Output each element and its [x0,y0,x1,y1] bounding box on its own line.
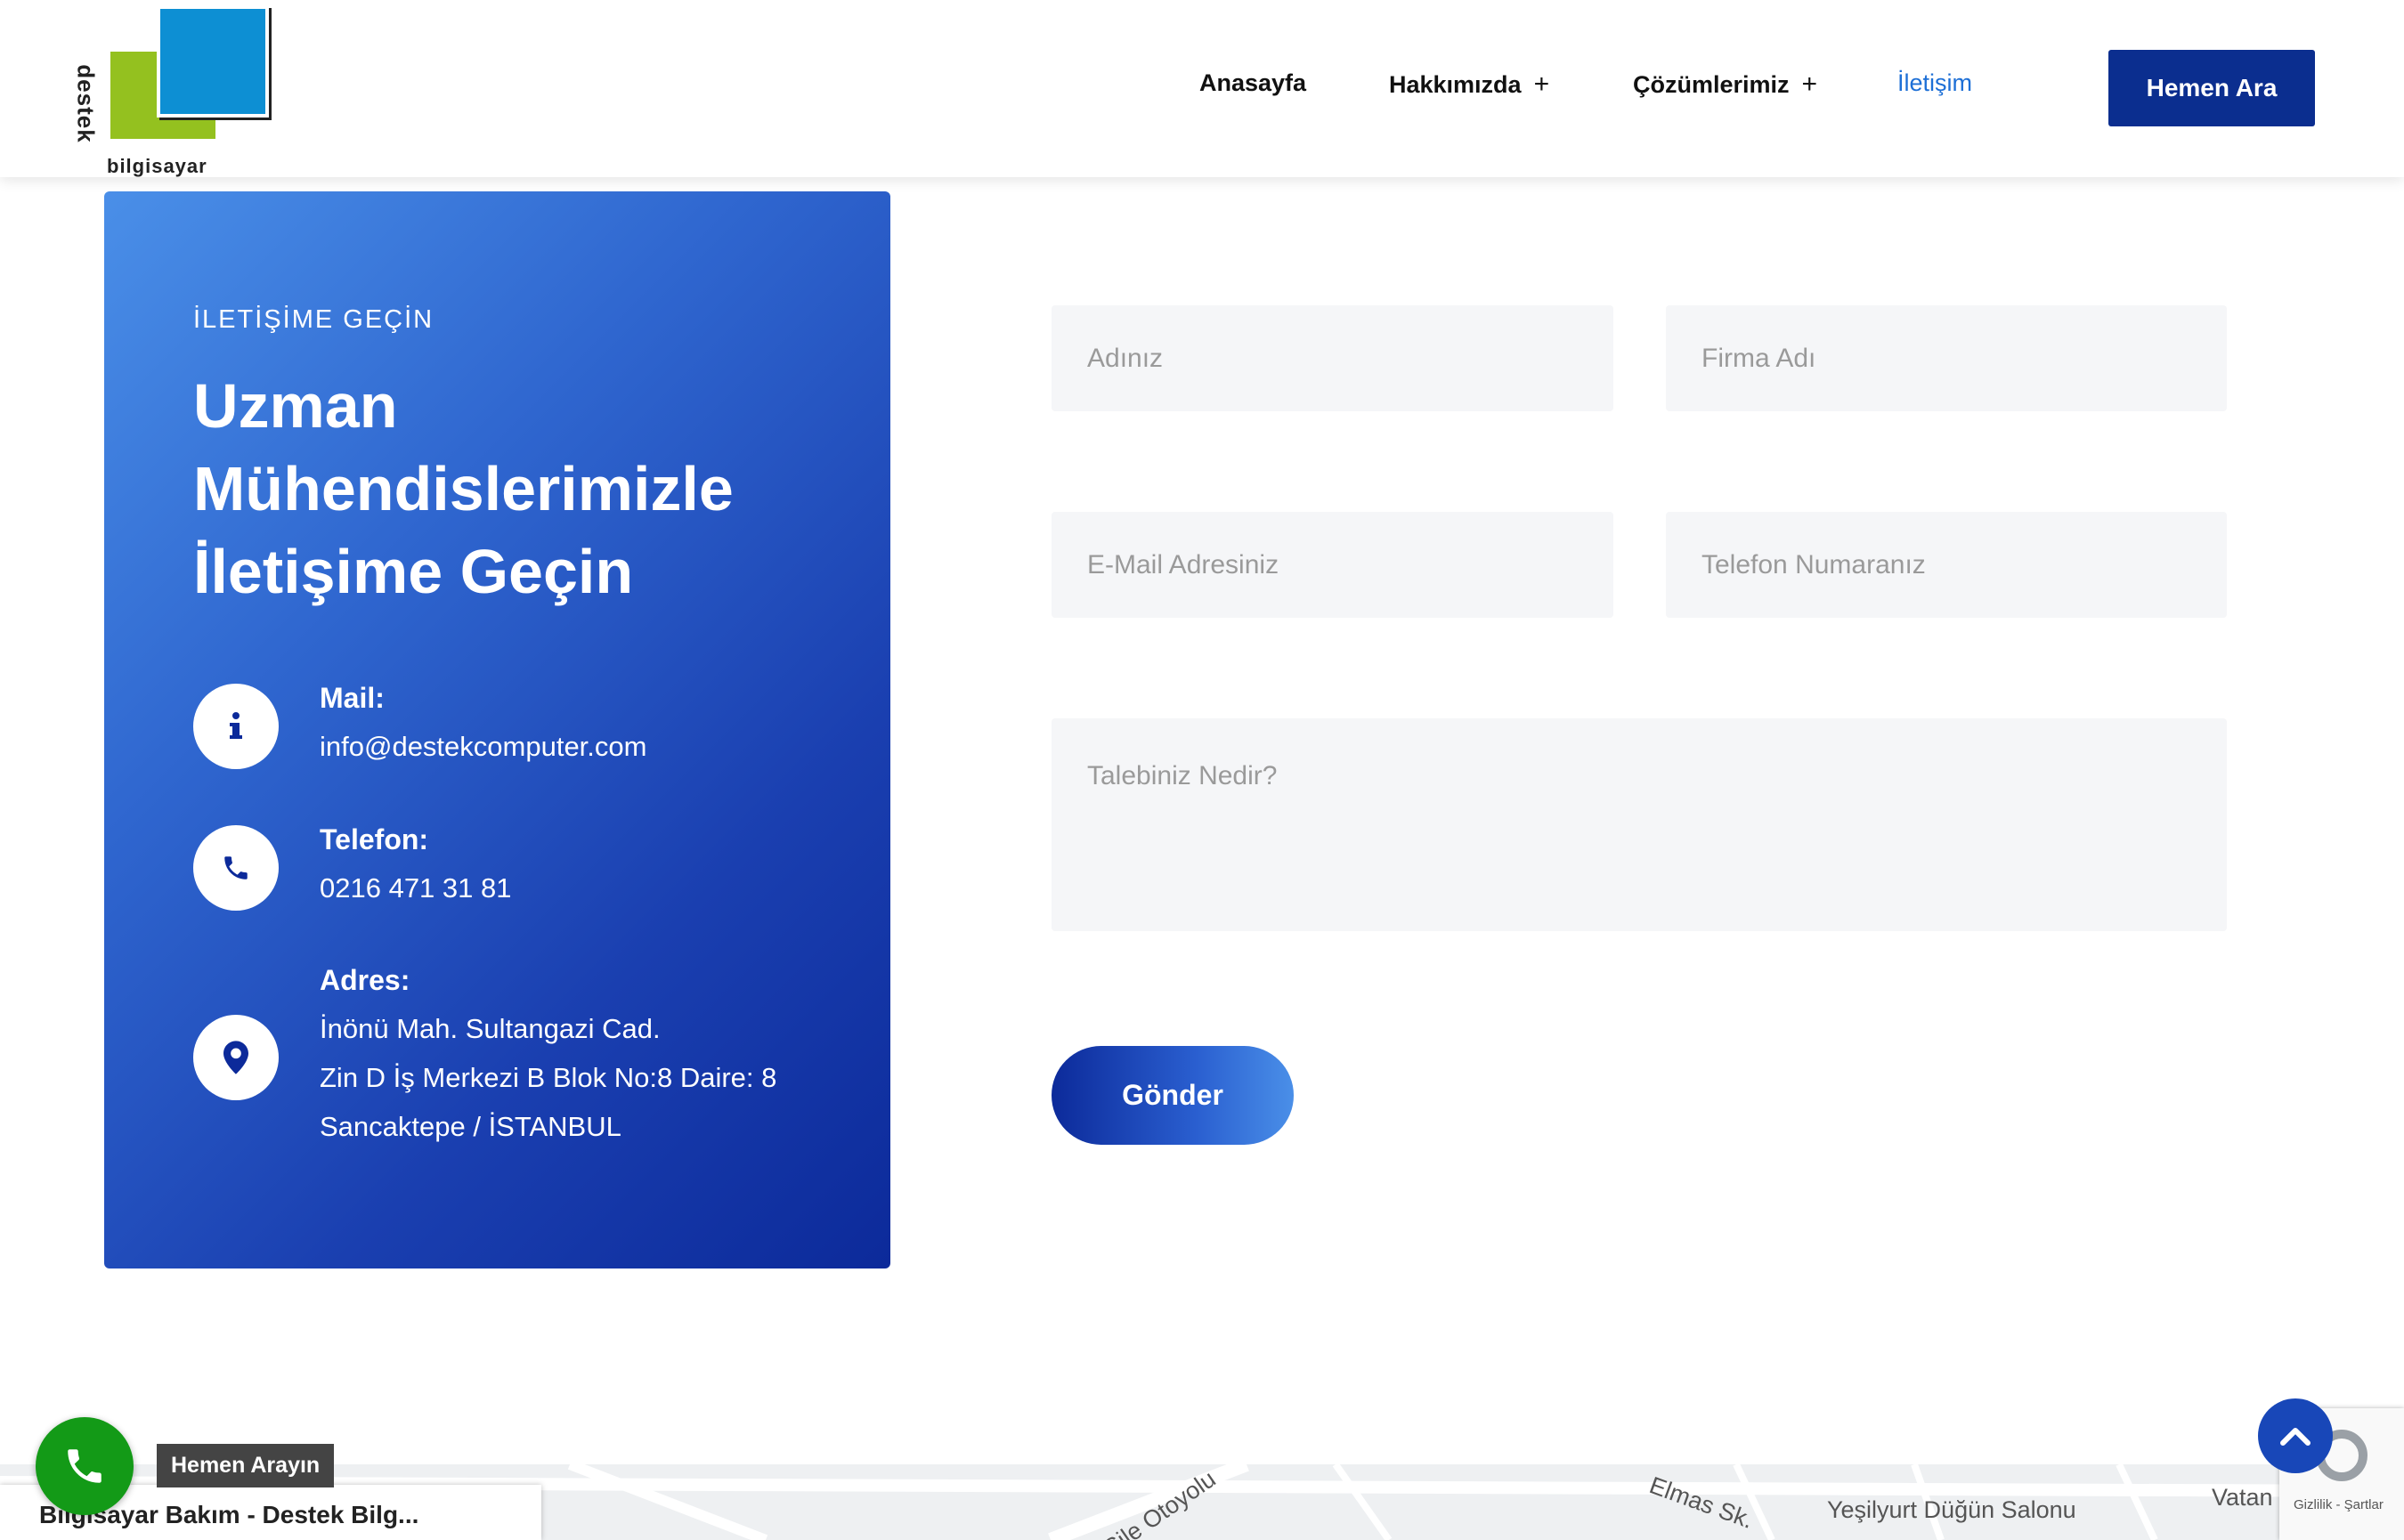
floating-call-button[interactable] [36,1417,134,1515]
contact-info-card: İLETİŞİME GEÇİN Uzman Mühendislerimizle … [104,191,890,1268]
address-label: Adres: [320,964,410,996]
address-line-3: Sancaktepe / İSTANBUL [320,1111,621,1142]
scroll-to-top-button[interactable] [2258,1398,2333,1473]
nav-label: Anasayfa [1199,69,1307,96]
mail-value[interactable]: info@destekcomputer.com [320,722,646,771]
map-pin-icon [193,1015,279,1100]
nav-item-iletisim[interactable]: İletişim [1897,69,1972,97]
headline-line: İletişime Geçin [193,537,634,606]
phone-icon [68,1449,102,1483]
nav-label: Çözümlerimiz [1633,71,1790,98]
call-now-button[interactable]: Hemen Ara [2108,50,2315,126]
section-eyebrow: İLETİŞİME GEÇİN [193,305,435,334]
message-textarea[interactable] [1052,718,2227,931]
address-line-2: Zin D İş Merkezi B Blok No:8 Daire: 8 [320,1062,777,1093]
recaptcha-text: Gizlilik - Şartlar [2294,1497,2384,1512]
name-input[interactable] [1052,305,1613,411]
call-tooltip: Hemen Arayın [157,1444,335,1487]
section-headline: Uzman Mühendislerimizle İletişime Geçin [193,365,834,613]
headline-line: Uzman [193,371,398,441]
phone-label: Telefon: [320,823,429,855]
map-label: Yeşilyurt Düğün Salonu [1827,1496,2076,1523]
email-input[interactable] [1052,512,1613,618]
nav-item-cozumlerimiz[interactable]: Çözümlerimiz + [1633,69,1817,100]
phone-input[interactable] [1666,512,2227,618]
address-line-1: İnönü Mah. Sultangazi Cad. [320,1013,661,1044]
info-icon [193,684,279,769]
nav-label: Hakkımızda [1389,71,1522,98]
chevron-up-icon [2280,1428,2311,1446]
logo-vertical-text: destek [72,64,100,143]
plus-icon: + [1533,69,1550,99]
phone-icon [193,825,279,911]
company-input[interactable] [1666,305,2227,411]
nav-item-anasayfa[interactable]: Anasayfa [1199,69,1306,97]
submit-button[interactable]: Gönder [1052,1046,1294,1145]
plus-icon: + [1801,69,1818,99]
site-header: destek bilgisayar Anasayfa Hakkımızda + Ç… [0,0,2404,177]
nav-item-hakkimizda[interactable]: Hakkımızda + [1389,69,1549,100]
logo-blue-square [157,5,269,118]
phone-value[interactable]: 0216 471 31 81 [320,863,512,912]
headline-line: Mühendislerimizle [193,454,734,523]
nav-label: İletişim [1897,69,1973,96]
map-label: Vatan [2212,1484,2273,1511]
logo-bottom-text: bilgisayar [107,155,207,177]
mail-label: Mail: [320,682,385,714]
logo[interactable]: destek bilgisayar [73,5,269,177]
